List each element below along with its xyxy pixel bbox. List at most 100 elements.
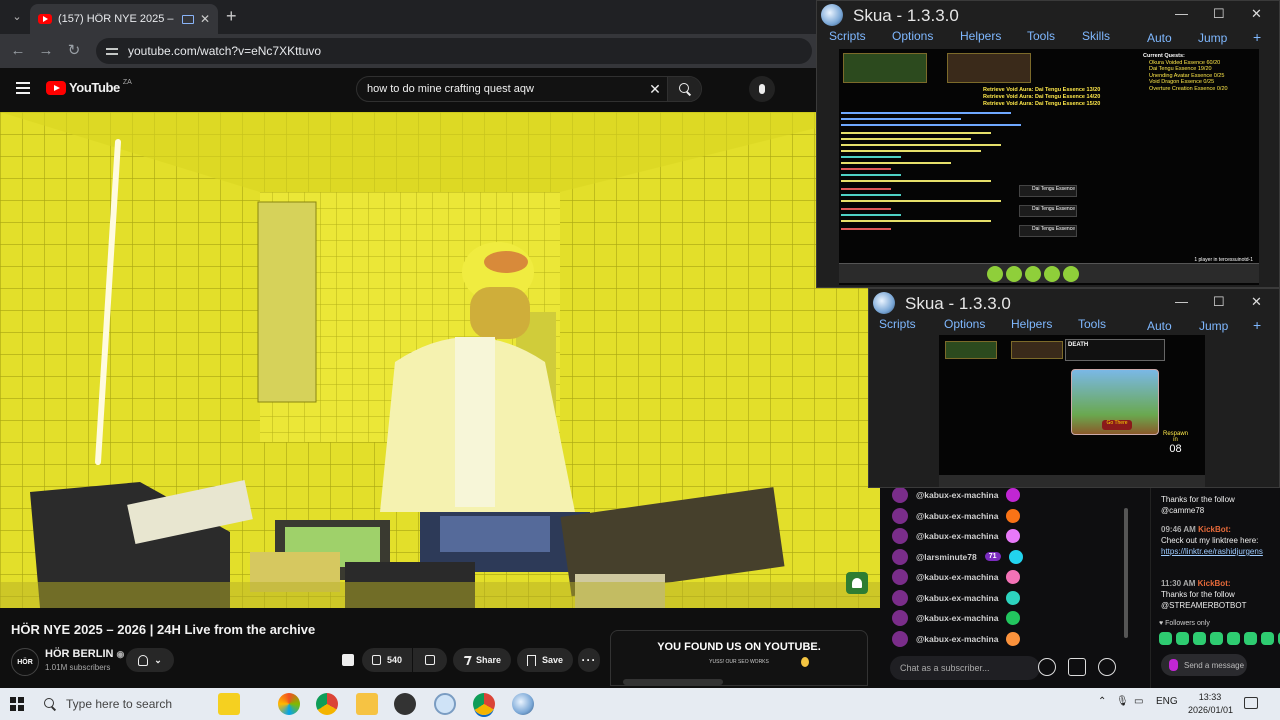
- skill-icon[interactable]: [1006, 266, 1022, 282]
- voice-search-button[interactable]: [749, 76, 775, 102]
- super-chat-icon[interactable]: [1068, 658, 1086, 676]
- maximize-button[interactable]: ☐: [1213, 6, 1225, 22]
- new-tab-button[interactable]: +: [226, 6, 237, 27]
- skua-menu-options[interactable]: Options: [892, 29, 933, 47]
- chevron-up-icon[interactable]: ⌃: [1098, 696, 1106, 707]
- chrome-icon[interactable]: [316, 693, 338, 715]
- skua-menu-scripts[interactable]: Scripts: [879, 317, 916, 335]
- minimize-button[interactable]: —: [1175, 6, 1188, 21]
- channel-name[interactable]: HÖR BERLIN ◉: [45, 648, 124, 660]
- skua-menu-tools[interactable]: Tools: [1027, 29, 1055, 47]
- emoji-icon[interactable]: [1038, 658, 1056, 676]
- emote-icon[interactable]: [1261, 632, 1274, 645]
- skua-menu-options[interactable]: Options: [944, 317, 985, 335]
- chat-avatar[interactable]: [892, 610, 908, 626]
- browser-tab-active[interactable]: (157) HÖR NYE 2025 – 2026 ✕: [30, 4, 218, 34]
- save-button[interactable]: Save: [517, 648, 573, 672]
- app-icon[interactable]: [394, 693, 416, 715]
- tab-close-icon[interactable]: ✕: [200, 12, 210, 26]
- copilot-icon[interactable]: [278, 693, 300, 715]
- chat-username[interactable]: @kabux-ex-machina: [916, 572, 998, 582]
- skua-add-button[interactable]: +: [1253, 29, 1261, 47]
- skill-icon[interactable]: [1044, 266, 1060, 282]
- like-button[interactable]: 540: [362, 648, 412, 672]
- notifications-button[interactable]: ⌄: [126, 648, 174, 672]
- drop-item[interactable]: Dai Tengu Essence: [1019, 225, 1077, 237]
- youtube-search-box[interactable]: how to do mine crafting quest aqw ✕: [356, 76, 702, 102]
- skua-menu-tools[interactable]: Tools: [1078, 317, 1106, 335]
- microphone-icon[interactable]: 🎙: [1116, 696, 1129, 707]
- skua-menu-scripts[interactable]: Scripts: [829, 29, 866, 47]
- clear-search-icon[interactable]: ✕: [643, 81, 667, 98]
- game-viewport[interactable]: DEATH Go There Respawn in 08: [939, 335, 1205, 487]
- chat-input[interactable]: Chat as a subscriber...: [890, 656, 1040, 680]
- chat-username[interactable]: @kabux-ex-machina: [916, 634, 998, 644]
- go-there-button[interactable]: Go There: [1102, 420, 1132, 430]
- address-bar[interactable]: youtube.com/watch?v=eNc7XKttuvo: [96, 38, 812, 64]
- skill-icon[interactable]: [1063, 266, 1079, 282]
- chat-avatar[interactable]: [892, 548, 908, 565]
- chat-avatar[interactable]: [892, 630, 908, 647]
- skua-taskbar-icon[interactable]: [512, 693, 534, 715]
- system-clock[interactable]: 13:33 2026/01/01: [1188, 691, 1233, 717]
- menu-icon[interactable]: [16, 82, 30, 94]
- chat-username[interactable]: @kabux-ex-machina: [916, 593, 998, 603]
- live-indicator-button[interactable]: [846, 572, 868, 594]
- game-viewport[interactable]: Current Quests: Okura Voided Essence 60/…: [839, 49, 1259, 285]
- chat-avatar[interactable]: [892, 569, 908, 585]
- video-player[interactable]: [0, 112, 880, 608]
- emote-icon[interactable]: [1244, 632, 1257, 645]
- chat-username[interactable]: @kabux-ex-machina: [916, 490, 998, 500]
- taskbar-search[interactable]: Type here to search: [44, 692, 214, 716]
- share-button[interactable]: Share: [453, 648, 511, 672]
- youtube-logo[interactable]: YouTube ZA: [46, 79, 132, 95]
- emote-icon[interactable]: [1176, 632, 1189, 645]
- minimize-button[interactable]: —: [1175, 294, 1188, 309]
- close-button[interactable]: ✕: [1251, 294, 1262, 310]
- skua-menu-helpers[interactable]: Helpers: [960, 29, 1001, 47]
- skua-auto-button[interactable]: Auto: [1147, 31, 1172, 49]
- back-button[interactable]: ←: [8, 41, 28, 61]
- search-button[interactable]: [667, 77, 701, 101]
- channel-avatar[interactable]: HÖR: [11, 648, 39, 676]
- skill-icon[interactable]: [1025, 266, 1041, 282]
- reload-button[interactable]: ↻: [64, 41, 84, 61]
- heart-icon[interactable]: [1098, 658, 1116, 676]
- notification-icon[interactable]: [1244, 697, 1258, 709]
- skill-icon[interactable]: [987, 266, 1003, 282]
- chat-avatar[interactable]: [892, 487, 908, 503]
- chat-avatar[interactable]: [892, 589, 908, 606]
- windows-start-icon[interactable]: [10, 697, 24, 711]
- emote-icon[interactable]: [1193, 632, 1206, 645]
- chat-username[interactable]: @kabux-ex-machina: [916, 511, 998, 521]
- more-actions-button[interactable]: ···: [578, 648, 600, 672]
- gift-icon[interactable]: [342, 654, 354, 666]
- emote-icon[interactable]: [1210, 632, 1223, 645]
- chat-username[interactable]: @larsminute78: [916, 552, 977, 562]
- chat-username[interactable]: @kabux-ex-machina: [916, 613, 998, 623]
- drop-item[interactable]: Dai Tengu Essence: [1019, 205, 1077, 217]
- send-message-input[interactable]: Send a message: [1161, 654, 1247, 676]
- file-explorer-icon[interactable]: [356, 693, 378, 715]
- app-icon[interactable]: [434, 693, 456, 715]
- promo-card[interactable]: YOU FOUND US ON YOUTUBE. YUSS! OUR SEO W…: [610, 630, 868, 686]
- emote-icon[interactable]: [1227, 632, 1240, 645]
- close-button[interactable]: ✕: [1251, 6, 1262, 22]
- skua-menu-helpers[interactable]: Helpers: [1011, 317, 1052, 335]
- tab-search-dropdown-icon[interactable]: ⌄: [8, 8, 26, 26]
- dislike-button[interactable]: [413, 648, 447, 672]
- chrome-active-icon[interactable]: [473, 693, 495, 715]
- linktree-link[interactable]: https://linktr.ee/rashidjurgens: [1161, 546, 1273, 557]
- site-info-icon[interactable]: [106, 46, 118, 56]
- chat-avatar[interactable]: [892, 528, 908, 544]
- skua-jump-button[interactable]: Jump: [1198, 31, 1227, 49]
- network-icon[interactable]: ▭: [1134, 696, 1143, 707]
- forward-button[interactable]: →: [36, 41, 56, 61]
- chat-scrollbar[interactable]: [1124, 508, 1128, 638]
- skua-add-button[interactable]: +: [1253, 317, 1261, 335]
- drop-item[interactable]: Dai Tengu Essence: [1019, 185, 1077, 197]
- search-input[interactable]: how to do mine crafting quest aqw: [367, 83, 643, 95]
- search-highlights-icon[interactable]: [218, 693, 240, 715]
- emote-icon[interactable]: [1159, 632, 1172, 645]
- maximize-button[interactable]: ☐: [1213, 294, 1225, 310]
